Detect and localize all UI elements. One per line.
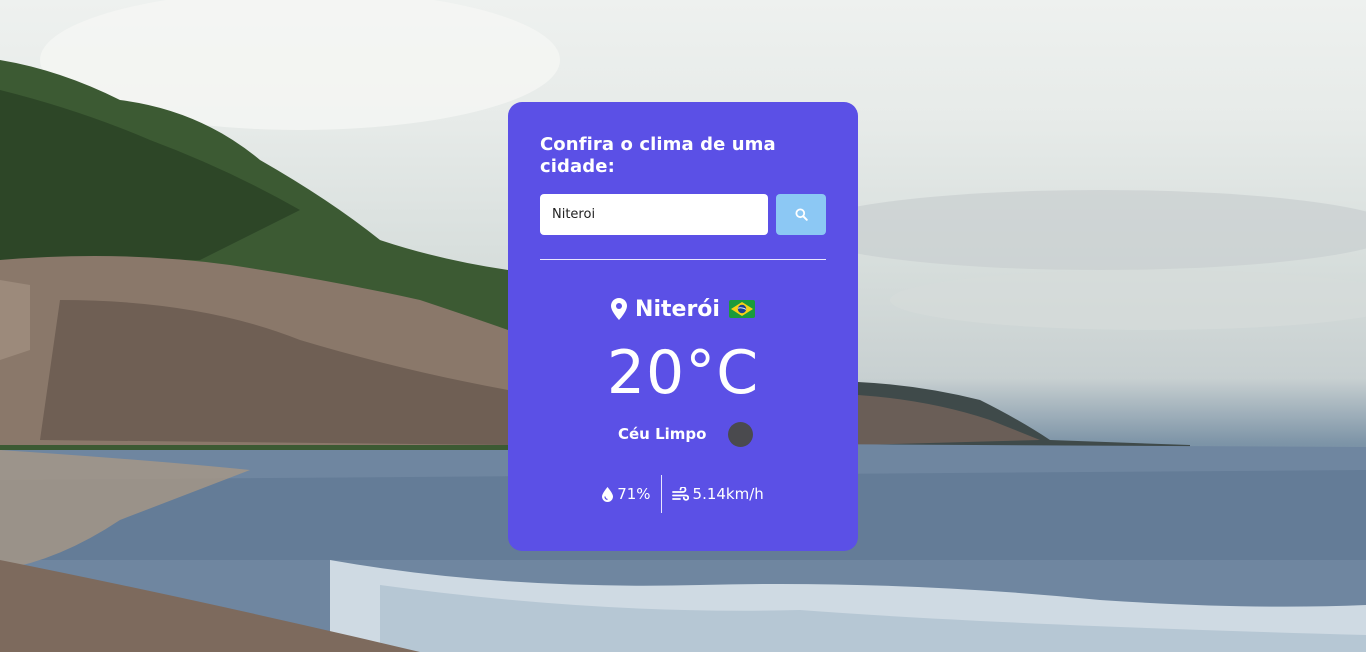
city-name: Niterói bbox=[635, 296, 720, 322]
details-row: 71% 5.14km/h bbox=[540, 475, 826, 513]
map-pin-icon bbox=[611, 298, 628, 320]
droplet-icon bbox=[602, 486, 614, 502]
divider bbox=[540, 259, 826, 260]
form-heading: Confira o clima de uma cidade: bbox=[540, 134, 776, 177]
search-form bbox=[540, 194, 826, 235]
search-icon bbox=[794, 208, 808, 221]
wind-icon bbox=[671, 486, 689, 501]
brazil-flag-icon bbox=[728, 300, 755, 318]
weather-description: Céu Limpo bbox=[618, 425, 707, 443]
weather-icon bbox=[728, 421, 754, 447]
search-button[interactable] bbox=[776, 194, 826, 235]
description-row: Céu Limpo bbox=[540, 420, 826, 448]
city-search-input[interactable] bbox=[540, 194, 768, 235]
wind: 5.14km/h bbox=[671, 485, 764, 503]
city-row: Niterói bbox=[540, 294, 826, 324]
details-separator bbox=[660, 475, 662, 513]
temperature: 20°C bbox=[606, 338, 760, 408]
humidity-value: 71% bbox=[617, 485, 651, 503]
humidity: 71% bbox=[602, 485, 651, 503]
weather-card: Confira o clima de uma cidade: Niterói 2… bbox=[508, 102, 858, 551]
wind-value: 5.14km/h bbox=[692, 485, 764, 503]
